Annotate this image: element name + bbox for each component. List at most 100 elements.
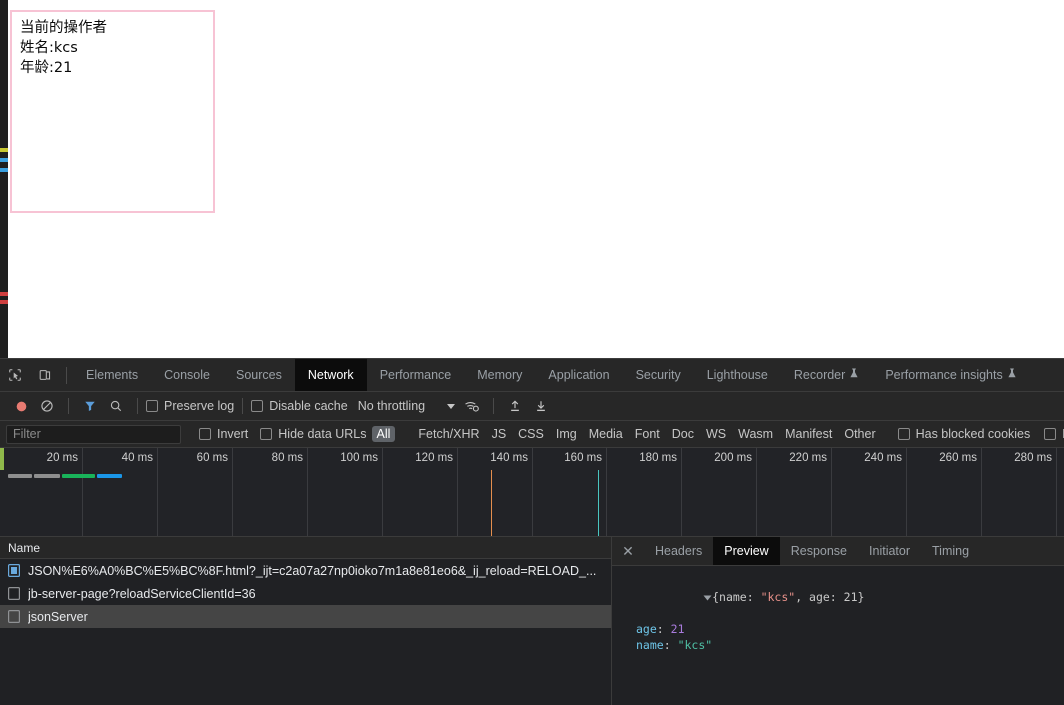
resource-type-ws[interactable]: WS <box>701 426 731 442</box>
overview-tick-label: 80 ms <box>271 452 303 464</box>
resource-type-img[interactable]: Img <box>551 426 582 442</box>
resource-type-js[interactable]: JS <box>487 426 512 442</box>
json-colon: : <box>656 622 671 636</box>
expand-triangle-icon[interactable] <box>703 595 712 600</box>
device-toolbar-icon[interactable] <box>30 359 60 391</box>
tab-memory[interactable]: Memory <box>464 359 535 391</box>
table-row[interactable]: JSON%E6%A0%BC%E5%BC%8F.html?_ijt=c2a07a2… <box>0 559 611 582</box>
resource-type-fetch-xhr[interactable]: Fetch/XHR <box>413 426 484 442</box>
tab-label: Console <box>164 368 210 382</box>
resource-type-wasm[interactable]: Wasm <box>733 426 778 442</box>
resource-type-other[interactable]: Other <box>839 426 880 442</box>
tab-label: Lighthouse <box>706 368 768 382</box>
throttling-select[interactable]: No throttling <box>358 399 456 413</box>
tab-label: Network <box>307 368 354 382</box>
overview-tick-label: 260 ms <box>939 452 977 464</box>
tab-label: Memory <box>477 368 523 382</box>
overview-tick-label: 220 ms <box>789 452 827 464</box>
column-header-name: Name <box>8 540 41 555</box>
request-list-pane: Name JSON%E6%A0%BC%E5%BC%8F.html?_ijt=c2… <box>0 537 612 705</box>
resource-type-doc[interactable]: Doc <box>667 426 699 442</box>
overview-tick-label: 160 ms <box>564 452 602 464</box>
overview-gridline <box>906 448 907 536</box>
resource-type-manifest[interactable]: Manifest <box>780 426 837 442</box>
filter-toggle-icon[interactable] <box>77 393 103 419</box>
tab-network[interactable]: Network <box>294 359 367 391</box>
json-summary-number: 21 <box>843 590 858 604</box>
overview-gridline <box>532 448 533 536</box>
tab-application[interactable]: Application <box>535 359 622 391</box>
request-name: jsonServer <box>28 609 88 624</box>
preserve-log-checkbox[interactable]: Preserve log <box>146 399 234 413</box>
resource-type-font[interactable]: Font <box>630 426 665 442</box>
has-blocked-cookies-checkbox[interactable]: Has blocked cookies <box>897 427 1030 441</box>
detail-tab-response[interactable]: Response <box>780 537 858 565</box>
detail-tab-headers[interactable]: Headers <box>644 537 713 565</box>
json-key: age <box>636 622 657 636</box>
gutter-mark-1 <box>0 158 8 162</box>
overview-tick-label: 100 ms <box>340 452 378 464</box>
record-button[interactable] <box>8 393 34 419</box>
tab-security[interactable]: Security <box>623 359 694 391</box>
overview-tick-label: 240 ms <box>864 452 902 464</box>
json-summary-string: "kcs" <box>760 590 796 604</box>
hide-data-urls-checkbox[interactable]: Hide data URLs <box>260 427 367 441</box>
blocked-requests-checkbox[interactable]: Bl <box>1044 427 1064 441</box>
overview-gridline <box>756 448 757 536</box>
table-row[interactable]: jb-server-page?reloadServiceClientId=36 <box>0 582 611 605</box>
has-blocked-cookies-box <box>897 428 910 440</box>
overview-tick-label: 200 ms <box>714 452 752 464</box>
request-list-header[interactable]: Name <box>0 537 611 559</box>
network-control-toolbar: Preserve log Disable cache No throttling <box>0 392 1064 421</box>
toolbar-divider-4 <box>493 398 495 414</box>
detail-tab-initiator[interactable]: Initiator <box>858 537 921 565</box>
overview-gridline <box>681 448 682 536</box>
resource-type-media[interactable]: Media <box>584 426 628 442</box>
resource-type-all[interactable]: All <box>371 426 396 442</box>
json-property-row[interactable]: age: 21 <box>622 621 1064 637</box>
json-property-row[interactable]: name: "kcs" <box>622 637 1064 653</box>
request-detail-tabs: ✕ Headers Preview Response Initiator Timing <box>612 537 1064 566</box>
overview-gridline <box>307 448 308 536</box>
card-age-line: 年龄:21 <box>20 60 73 76</box>
editor-gutter-strip <box>0 0 8 358</box>
tab-performance[interactable]: Performance <box>367 359 465 391</box>
card-name-line: 姓名:kcs <box>20 40 78 56</box>
invert-checkbox[interactable]: Invert <box>199 427 248 441</box>
export-har-icon[interactable] <box>528 393 554 419</box>
search-icon[interactable] <box>103 393 129 419</box>
network-filter-bar: Invert Hide data URLs All Fetch/XHRJSCSS… <box>0 421 1064 448</box>
flask-icon <box>1007 368 1017 382</box>
network-overview-timeline[interactable]: 20 ms 40 ms 60 ms 80 ms 100 ms 120 ms 140 ms 16… <box>0 448 1064 537</box>
chevron-down-icon <box>447 403 456 409</box>
tab-sources[interactable]: Sources <box>223 359 295 391</box>
import-har-icon[interactable] <box>502 393 528 419</box>
json-summary-prefix: {name: <box>712 590 761 604</box>
devtools-screenshot: 当前的操作者 姓名:kcs 年龄:21 Elements Console Sourc… <box>0 0 1064 705</box>
detail-tab-timing[interactable]: Timing <box>921 537 980 565</box>
detail-tab-preview[interactable]: Preview <box>713 537 780 565</box>
overview-left-tick <box>0 448 4 470</box>
inspect-element-icon[interactable] <box>0 359 30 391</box>
disable-cache-checkbox[interactable]: Disable cache <box>251 399 348 413</box>
tab-performance-insights[interactable]: Performance insights <box>872 359 1029 391</box>
load-event-marker <box>598 470 599 536</box>
overview-gridline <box>981 448 982 536</box>
invert-label: Invert <box>217 427 249 441</box>
filter-input[interactable] <box>6 424 181 444</box>
tab-label: Recorder <box>793 368 846 382</box>
table-row[interactable]: jsonServer <box>0 605 611 628</box>
tab-recorder[interactable]: Recorder <box>781 359 872 391</box>
close-icon[interactable]: ✕ <box>612 537 644 565</box>
network-conditions-icon[interactable] <box>459 393 485 419</box>
disable-cache-box <box>251 400 264 412</box>
tab-elements[interactable]: Elements <box>73 359 151 391</box>
invert-box <box>199 428 211 440</box>
resource-type-css[interactable]: CSS <box>513 426 549 442</box>
tab-console[interactable]: Console <box>151 359 223 391</box>
overview-gridline <box>831 448 832 536</box>
tab-lighthouse[interactable]: Lighthouse <box>694 359 781 391</box>
json-summary-row[interactable]: {name: "kcs", age: 21} <box>622 573 1064 621</box>
clear-button[interactable] <box>34 393 60 419</box>
hide-data-urls-box <box>260 428 273 440</box>
